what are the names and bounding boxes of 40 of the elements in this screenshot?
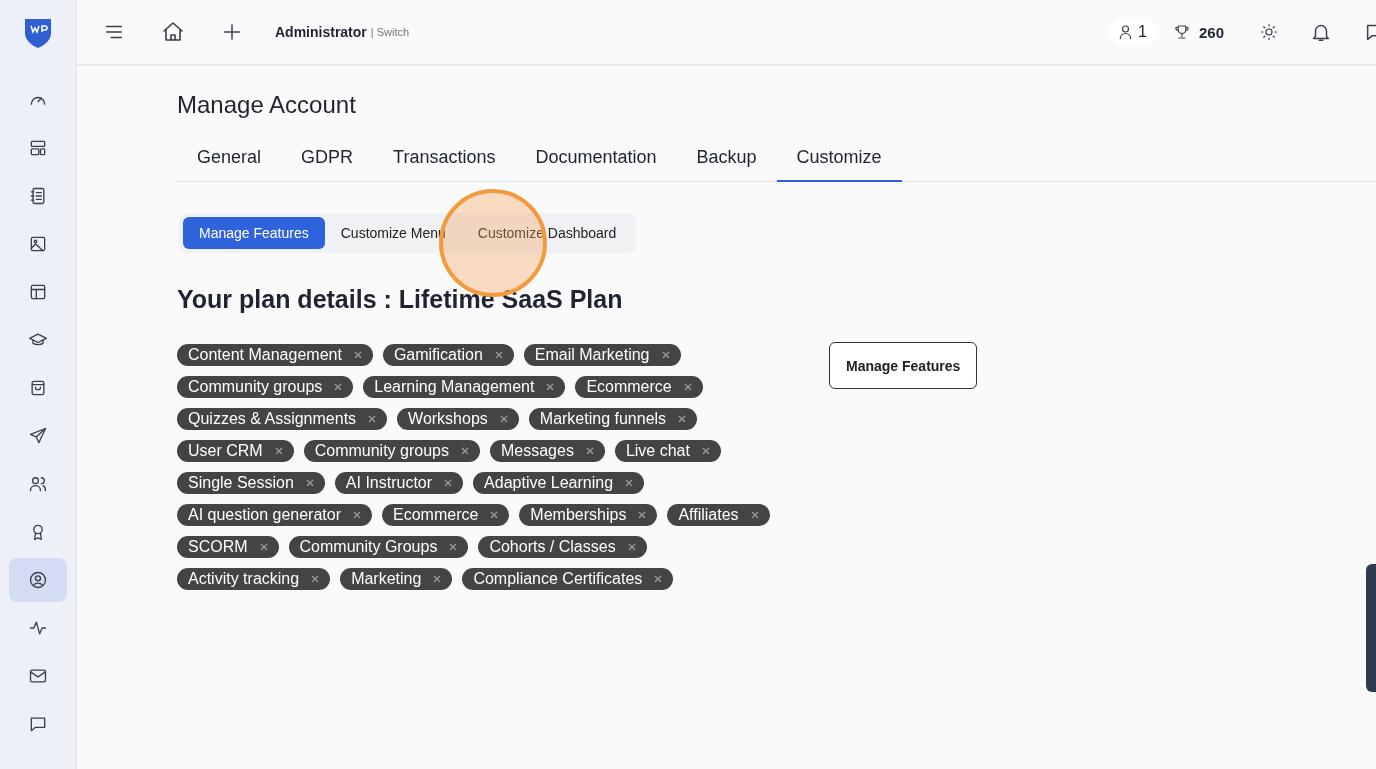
- feature-tag: Community groups: [303, 440, 480, 462]
- feature-tag: Content Management: [177, 344, 373, 366]
- feature-tag: User CRM: [177, 440, 294, 462]
- feature-tag: Quizzes & Assignments: [177, 408, 388, 430]
- tab[interactable]: Customize: [776, 147, 902, 182]
- tab[interactable]: Transactions: [373, 147, 516, 182]
- subtab[interactable]: Manage Features: [183, 217, 325, 249]
- feature-tag: Live chat: [614, 440, 721, 462]
- feature-tag: Marketing funnels: [528, 408, 698, 430]
- tab[interactable]: GDPR: [281, 147, 374, 182]
- feature-tag: Ecommerce: [575, 376, 703, 398]
- feature-tag: Messages: [489, 440, 605, 462]
- tab[interactable]: General: [177, 147, 282, 182]
- page-title: Manage Account: [177, 91, 357, 119]
- feature-tag: Activity tracking: [177, 568, 331, 590]
- switch-link[interactable]: | Switch: [370, 26, 410, 38]
- user-name: Administrator: [275, 24, 367, 40]
- feature-tag: Community Groups: [288, 536, 469, 558]
- feature-tag: Adaptive Learning: [473, 472, 645, 494]
- feature-tag: SCORM: [177, 536, 279, 558]
- feature-tag: Gamification: [382, 344, 514, 366]
- feature-tag: Compliance Certificates: [462, 568, 674, 590]
- subtab[interactable]: Customize Dashboard: [461, 217, 633, 249]
- manage-features-button[interactable]: Manage Features: [829, 342, 978, 389]
- feature-tag: Workshops: [397, 408, 519, 430]
- online-users-badge[interactable]: 1: [1108, 19, 1157, 45]
- feature-tag: Affiliates: [667, 504, 770, 526]
- feature-tag: Cohorts / Classes: [478, 536, 647, 558]
- feature-tag: Learning Management: [363, 376, 566, 398]
- feature-tag: Memberships: [519, 504, 658, 526]
- feature-tag: Marketing: [340, 568, 453, 590]
- points-badge[interactable]: 260: [1172, 23, 1224, 41]
- tab[interactable]: Documentation: [515, 147, 677, 182]
- feature-tag: Ecommerce: [382, 504, 510, 526]
- feature-tag: Email Marketing: [523, 344, 681, 366]
- feature-tag: AI Instructor: [334, 472, 464, 494]
- feature-tag: Single Session: [177, 472, 325, 494]
- feature-tag: AI question generator: [177, 504, 372, 526]
- tab[interactable]: Backup: [676, 147, 777, 182]
- feature-tag: Community groups: [177, 376, 354, 398]
